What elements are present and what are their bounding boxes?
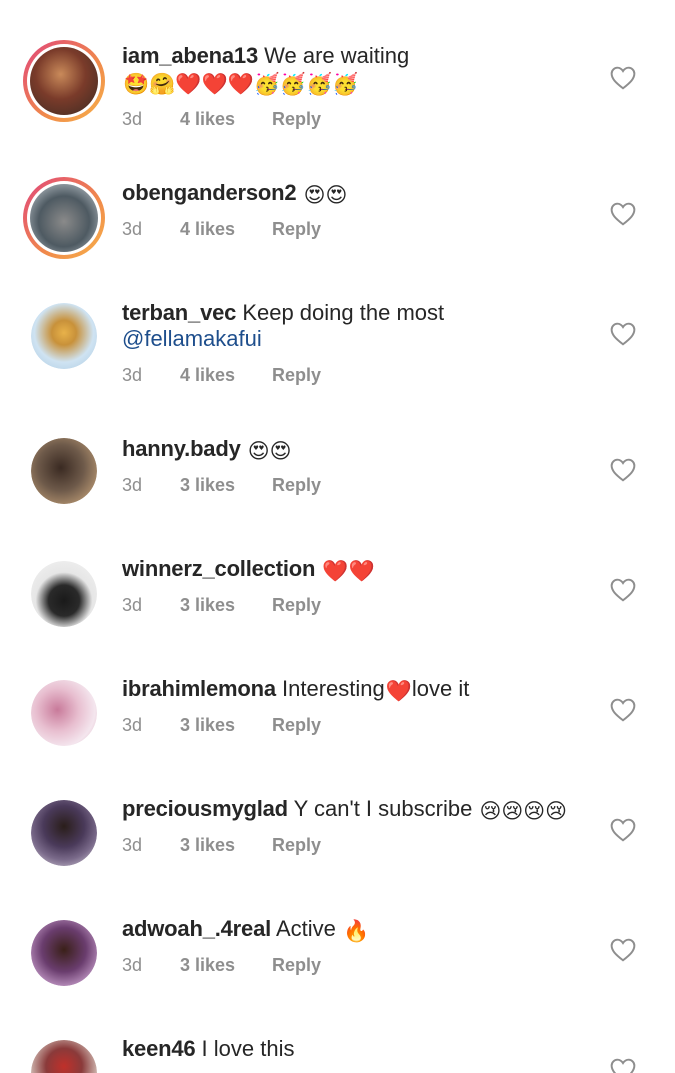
avatar[interactable] <box>31 561 97 627</box>
reply-button[interactable]: Reply <box>272 475 321 496</box>
comment-body: Keep doing the most <box>242 300 445 325</box>
comment-time: 3d <box>122 955 143 975</box>
comment-meta: 3d 3 likes Reply <box>122 715 321 736</box>
comment-username[interactable]: winnerz_collection <box>122 556 315 581</box>
heart-outline-icon[interactable] <box>610 322 636 348</box>
comment-body: Active <box>275 916 336 941</box>
comment-emoji: 😍😍 <box>247 440 292 463</box>
comment-username[interactable]: terban_vec <box>122 300 236 325</box>
comment-emoji: ❤️ <box>385 680 412 703</box>
comment-meta: 3d 3 likes Reply <box>122 475 321 496</box>
comment-text: keen46 I love this <box>122 1036 592 1062</box>
comment-likes[interactable]: 4 likes <box>180 365 272 386</box>
reply-button[interactable]: Reply <box>272 219 321 240</box>
heart-outline-icon[interactable] <box>610 818 636 844</box>
heart-outline-icon[interactable] <box>610 458 636 484</box>
comment-body: Interesting <box>282 676 385 701</box>
comment-likes[interactable]: 4 likes <box>180 219 272 240</box>
comment-time: 3d <box>122 835 143 855</box>
comment-username[interactable]: keen46 <box>122 1036 196 1061</box>
reply-button[interactable]: Reply <box>272 955 321 976</box>
comment-meta: 3d 4 likes Reply <box>122 365 321 386</box>
comment-body: We are waiting <box>264 43 410 68</box>
comment-likes[interactable]: 3 likes <box>180 715 272 736</box>
comment-meta: 3d 3 likes Reply <box>122 835 321 856</box>
comment-time: 3d <box>122 595 143 615</box>
comment-username[interactable]: iam_abena13 <box>122 43 258 68</box>
comment-likes[interactable]: 3 likes <box>180 835 272 856</box>
avatar[interactable] <box>23 177 105 259</box>
heart-outline-icon[interactable] <box>610 938 636 964</box>
heart-outline-icon[interactable] <box>610 698 636 724</box>
reply-button[interactable]: Reply <box>272 595 321 616</box>
avatar[interactable] <box>23 40 105 122</box>
avatar[interactable] <box>31 303 97 369</box>
comment-body: Y can't I subscribe <box>293 796 473 821</box>
comment-text: ibrahimlemona Interesting❤️love it <box>122 676 592 704</box>
comment-meta: 3d 3 likes Reply <box>122 955 321 976</box>
avatar[interactable] <box>31 438 97 504</box>
comment-text: terban_vec Keep doing the most @fellamak… <box>122 300 592 352</box>
comment-meta: 3d 4 likes Reply <box>122 109 321 130</box>
avatar[interactable] <box>31 1040 97 1073</box>
heart-outline-icon[interactable] <box>610 66 636 92</box>
comment-time: 3d <box>122 109 143 129</box>
comment-body-after: love it <box>411 676 470 701</box>
avatar[interactable] <box>31 680 97 746</box>
comment-emoji: 😍😍 <box>303 184 348 207</box>
mention-link[interactable]: @fellamakafui <box>122 326 262 351</box>
comment-text: winnerz_collection ❤️❤️ <box>122 556 592 584</box>
comments-list: iam_abena13 We are waiting 🤩🤗❤️❤️❤️🥳🥳🥳🥳 … <box>0 0 675 1073</box>
comment-time: 3d <box>122 365 143 385</box>
reply-button[interactable]: Reply <box>272 109 321 130</box>
comment-time: 3d <box>122 475 143 495</box>
fire-icon: 🔥 <box>342 920 370 943</box>
comment-text: adwoah_.4real Active 🔥 <box>122 916 592 944</box>
reply-button[interactable]: Reply <box>272 365 321 386</box>
comment-text: preciousmyglad Y can't I subscribe 😢😢😢😢 <box>122 796 592 824</box>
comment-username[interactable]: adwoah_.4real <box>122 916 271 941</box>
comment-username[interactable]: hanny.bady <box>122 436 241 461</box>
comment-text: iam_abena13 We are waiting 🤩🤗❤️❤️❤️🥳🥳🥳🥳 <box>122 43 592 97</box>
comment-likes[interactable]: 3 likes <box>180 475 272 496</box>
heart-outline-icon[interactable] <box>610 1058 636 1073</box>
comment-likes[interactable]: 3 likes <box>180 955 272 976</box>
comment-emoji: 😢😢😢😢 <box>479 800 568 823</box>
comment-text: hanny.bady 😍😍 <box>122 436 592 464</box>
comment-text: obenganderson2 😍😍 <box>122 180 592 208</box>
avatar[interactable] <box>31 800 97 866</box>
heart-outline-icon[interactable] <box>610 578 636 604</box>
comment-meta: 3d 3 likes Reply <box>122 595 321 616</box>
comment-username[interactable]: obenganderson2 <box>122 180 297 205</box>
comment-username[interactable]: preciousmyglad <box>122 796 288 821</box>
avatar[interactable] <box>31 920 97 986</box>
comment-time: 3d <box>122 715 143 735</box>
comment-likes[interactable]: 4 likes <box>180 109 272 130</box>
comment-meta: 3d 4 likes Reply <box>122 219 321 240</box>
reply-button[interactable]: Reply <box>272 715 321 736</box>
comment-emoji: 🤩🤗❤️❤️❤️🥳🥳🥳🥳 <box>123 73 359 96</box>
comment-time: 3d <box>122 219 143 239</box>
reply-button[interactable]: Reply <box>272 835 321 856</box>
comment-username[interactable]: ibrahimlemona <box>122 676 276 701</box>
comment-likes[interactable]: 3 likes <box>180 595 272 616</box>
comment-body: I love this <box>201 1036 295 1061</box>
heart-outline-icon[interactable] <box>610 202 636 228</box>
comment-emoji: ❤️❤️ <box>322 560 375 583</box>
